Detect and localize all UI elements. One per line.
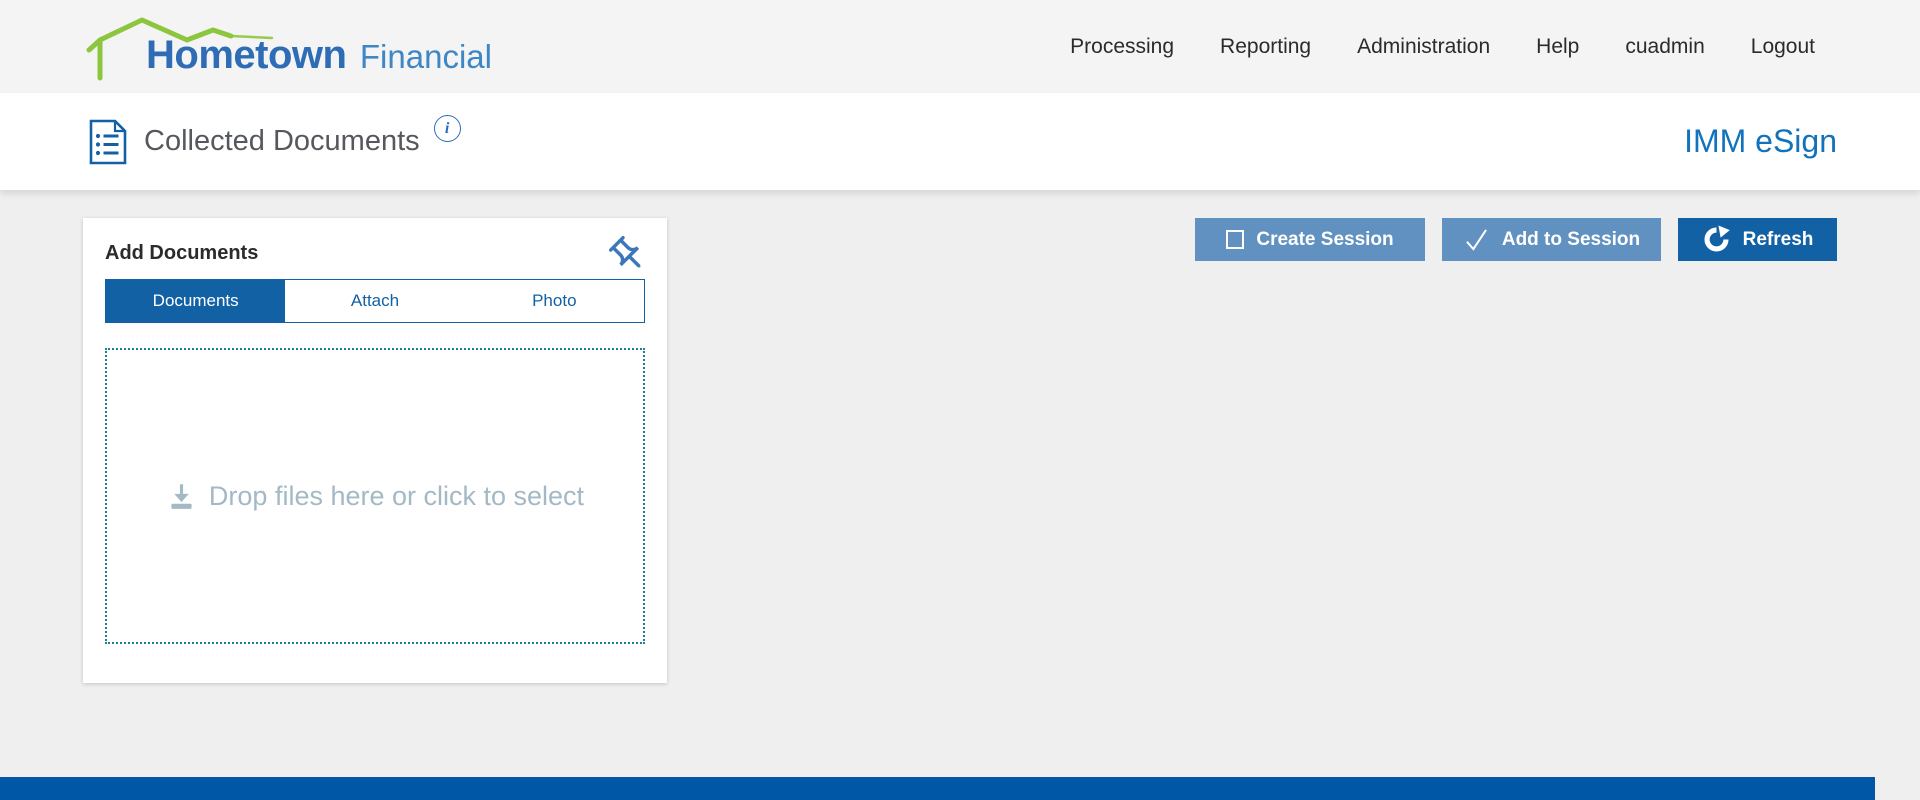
panel-header: Add Documents [105, 235, 645, 279]
logo-text-primary: Hometown [146, 33, 347, 77]
nav-item-administration[interactable]: Administration [1357, 35, 1490, 59]
dropzone-label: Drop files here or click to select [208, 480, 585, 511]
file-dropzone[interactable]: Drop files here or click to select [105, 348, 645, 644]
document-list-icon [89, 119, 127, 164]
info-icon[interactable]: i [433, 115, 461, 142]
create-session-label: Create Session [1256, 228, 1394, 250]
download-icon [171, 483, 192, 509]
panel-title: Add Documents [105, 242, 259, 264]
nav-item-reporting[interactable]: Reporting [1220, 35, 1311, 59]
session-actions: Create Session Add to Session Refresh [1195, 218, 1837, 261]
hometown-logo[interactable]: Hometown Financial [84, 0, 524, 93]
refresh-icon [1704, 225, 1730, 252]
logo-text: Hometown Financial [146, 33, 492, 78]
refresh-label: Refresh [1742, 228, 1814, 250]
footer-bar [0, 777, 1875, 800]
create-session-button[interactable]: Create Session [1195, 218, 1425, 261]
product-name: IMM eSign [1684, 123, 1837, 159]
tab-attach[interactable]: Attach [285, 280, 464, 322]
main-content: Add Documents Documents Attach Photo Dro… [0, 190, 1920, 777]
checkbox-icon [1226, 230, 1245, 249]
pin-icon[interactable] [607, 234, 649, 276]
tab-bar: Documents Attach Photo [105, 279, 645, 323]
page-title: Collected Documents [144, 125, 420, 157]
refresh-button[interactable]: Refresh [1678, 218, 1837, 261]
nav-item-logout[interactable]: Logout [1751, 35, 1815, 59]
add-to-session-label: Add to Session [1501, 228, 1641, 250]
main-nav: Processing Reporting Administration Help… [1070, 0, 1815, 93]
nav-item-help[interactable]: Help [1536, 35, 1579, 59]
page-header-left: Collected Documents i [88, 93, 461, 190]
add-documents-panel: Add Documents Documents Attach Photo Dro… [83, 218, 667, 683]
add-to-session-button[interactable]: Add to Session [1442, 218, 1661, 261]
checkmark-icon [1466, 229, 1487, 251]
tab-photo[interactable]: Photo [465, 280, 644, 322]
nav-item-user-cuadmin[interactable]: cuadmin [1625, 35, 1704, 59]
tab-documents[interactable]: Documents [106, 280, 286, 322]
top-navigation-bar: Hometown Financial Processing Reporting … [0, 0, 1920, 93]
page-header-band: Collected Documents i IMM eSign [0, 93, 1920, 190]
nav-item-processing[interactable]: Processing [1070, 35, 1174, 59]
logo-text-secondary: Financial [359, 38, 492, 75]
